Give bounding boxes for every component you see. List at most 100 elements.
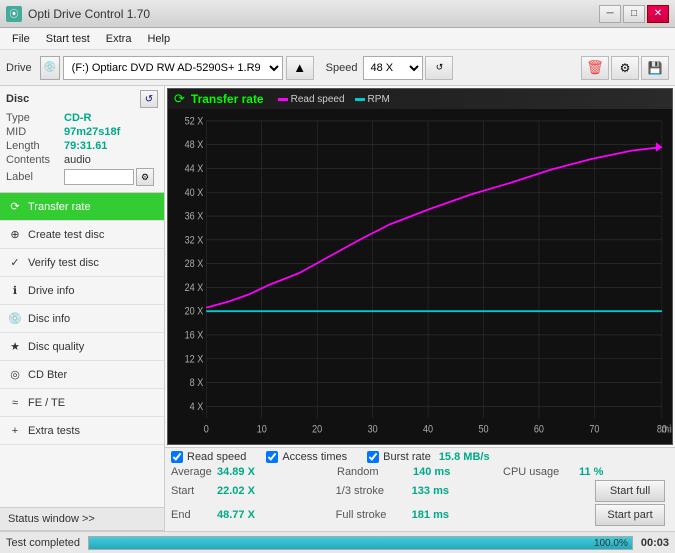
nav-label-disc-info: Disc info: [28, 313, 70, 325]
nav-label-disc-quality: Disc quality: [28, 341, 84, 353]
speed-selector[interactable]: 48 X: [363, 56, 423, 80]
titlebar: ⦿ Opti Drive Control 1.70 ─ □ ✕: [0, 0, 675, 28]
burst-rate-check[interactable]: Burst rate 15.8 MB/s: [367, 451, 669, 463]
toolbar: Drive 💿 (F:) Optiarc DVD RW AD-5290S+ 1.…: [0, 50, 675, 86]
progress-bar-fill: [89, 537, 632, 549]
svg-text:70: 70: [589, 424, 600, 436]
disc-label-input[interactable]: [64, 169, 134, 185]
nav-item-cd-bter[interactable]: ◎ CD Bter: [0, 361, 164, 389]
disc-length-value: 79:31.61: [64, 140, 107, 152]
menu-start-test[interactable]: Start test: [38, 31, 98, 47]
stat-full-stroke: Full stroke 181 ms: [336, 509, 501, 521]
drive-refresh-button[interactable]: ▲: [286, 56, 314, 80]
disc-quality-icon: ★: [8, 340, 22, 354]
menu-file[interactable]: File: [4, 31, 38, 47]
svg-text:30: 30: [368, 424, 379, 436]
full-stroke-label: Full stroke: [336, 509, 406, 521]
nav-item-create-test-disc[interactable]: ⊕ Create test disc: [0, 221, 164, 249]
access-times-check[interactable]: Access times: [266, 451, 347, 463]
test-status-label: Test completed: [6, 537, 80, 549]
read-speed-legend-label: Read speed: [291, 94, 345, 105]
erase-button[interactable]: 🗑: [581, 56, 609, 80]
svg-text:28 X: 28 X: [185, 259, 204, 271]
extra-tests-icon: +: [8, 424, 22, 438]
speed-confirm-button[interactable]: ↺: [425, 56, 453, 80]
transfer-rate-icon: ⟳: [8, 200, 22, 214]
disc-info-icon: 💿: [8, 312, 22, 326]
stats-row-1: Average 34.89 X Random 140 ms CPU usage …: [171, 466, 669, 478]
stats-row-2: Start 22.02 X 1/3 stroke 133 ms Start fu…: [171, 480, 669, 502]
access-times-checkbox[interactable]: [266, 451, 278, 463]
average-label: Average: [171, 466, 211, 478]
nav-item-extra-tests[interactable]: + Extra tests: [0, 417, 164, 445]
elapsed-time: 00:03: [641, 537, 669, 549]
read-speed-checkbox[interactable]: [171, 451, 183, 463]
stroke-1-3-label: 1/3 stroke: [336, 485, 406, 497]
svg-text:12 X: 12 X: [185, 354, 204, 366]
svg-text:10: 10: [257, 424, 268, 436]
svg-text:40: 40: [423, 424, 434, 436]
nav-item-fe-te[interactable]: ≈ FE / TE: [0, 389, 164, 417]
svg-text:20 X: 20 X: [185, 306, 204, 318]
burst-rate-check-label: Burst rate: [383, 451, 431, 463]
drive-selector[interactable]: (F:) Optiarc DVD RW AD-5290S+ 1.R9: [63, 56, 283, 80]
start-full-button[interactable]: Start full: [595, 480, 665, 502]
save-button[interactable]: 💾: [641, 56, 669, 80]
bottom-bar: Test completed 100.0% 00:03: [0, 531, 675, 553]
stats-area: Read speed Access times Burst rate 15.8 …: [165, 447, 675, 531]
disc-section: Disc ↺ Type CD-R MID 97m27s18f Length 79…: [0, 86, 164, 193]
svg-text:4 X: 4 X: [190, 401, 204, 413]
settings-button[interactable]: ⚙: [611, 56, 639, 80]
chart-legend: Read speed RPM: [278, 94, 390, 105]
status-window-button[interactable]: Status window >>: [0, 507, 164, 531]
progress-bar-container: 100.0%: [88, 536, 633, 550]
disc-length-key: Length: [6, 140, 64, 152]
burst-rate-checkbox[interactable]: [367, 451, 379, 463]
chart-svg: 52 X 48 X 44 X 40 X 36 X 32 X 28 X 24 X …: [168, 109, 672, 442]
main-content: Disc ↺ Type CD-R MID 97m27s18f Length 79…: [0, 86, 675, 531]
window-title: Opti Drive Control 1.70: [28, 7, 150, 21]
read-speed-check-label: Read speed: [187, 451, 246, 463]
chart-container: ⟳ Transfer rate Read speed RPM: [167, 88, 673, 445]
nav-item-disc-quality[interactable]: ★ Disc quality: [0, 333, 164, 361]
nav-label-fe-te: FE / TE: [28, 397, 65, 409]
create-disc-icon: ⊕: [8, 228, 22, 242]
svg-text:44 X: 44 X: [185, 163, 204, 175]
minimize-button[interactable]: ─: [599, 5, 621, 23]
speed-label: Speed: [326, 62, 358, 74]
svg-text:36 X: 36 X: [185, 211, 204, 223]
nav-label-verify-test-disc: Verify test disc: [28, 257, 99, 269]
stroke-1-3-value: 133 ms: [412, 485, 454, 497]
menu-extra[interactable]: Extra: [98, 31, 140, 47]
fe-te-icon: ≈: [8, 396, 22, 410]
read-speed-check[interactable]: Read speed: [171, 451, 246, 463]
svg-text:50: 50: [478, 424, 489, 436]
nav-item-verify-test-disc[interactable]: ✓ Verify test disc: [0, 249, 164, 277]
menu-help[interactable]: Help: [139, 31, 178, 47]
drive-info-icon: ℹ: [8, 284, 22, 298]
disc-label-edit-button[interactable]: ⚙: [136, 168, 154, 186]
cd-bter-icon: ◎: [8, 368, 22, 382]
disc-type-value: CD-R: [64, 112, 92, 124]
drive-label: Drive: [6, 62, 32, 74]
rpm-legend-label: RPM: [368, 94, 390, 105]
svg-text:48 X: 48 X: [185, 140, 204, 152]
disc-mid-value: 97m27s18f: [64, 126, 120, 138]
status-window-label: Status window >>: [8, 513, 95, 525]
nav-item-transfer-rate[interactable]: ⟳ Transfer rate: [0, 193, 164, 221]
nav-label-transfer-rate: Transfer rate: [28, 201, 91, 213]
start-part-button[interactable]: Start part: [595, 504, 665, 526]
nav-label-extra-tests: Extra tests: [28, 425, 80, 437]
nav-item-drive-info[interactable]: ℹ Drive info: [0, 277, 164, 305]
app-icon: ⦿: [6, 6, 22, 22]
close-button[interactable]: ✕: [647, 5, 669, 23]
disc-refresh-button[interactable]: ↺: [140, 90, 158, 108]
nav-label-drive-info: Drive info: [28, 285, 74, 297]
stat-start: Start 22.02 X: [171, 485, 336, 497]
stat-end: End 48.77 X: [171, 509, 336, 521]
nav-menu: ⟳ Transfer rate ⊕ Create test disc ✓ Ver…: [0, 193, 164, 507]
stat-1-3-stroke: 1/3 stroke 133 ms: [336, 485, 501, 497]
maximize-button[interactable]: □: [623, 5, 645, 23]
cpu-usage-label: CPU usage: [503, 466, 573, 478]
nav-item-disc-info[interactable]: 💿 Disc info: [0, 305, 164, 333]
